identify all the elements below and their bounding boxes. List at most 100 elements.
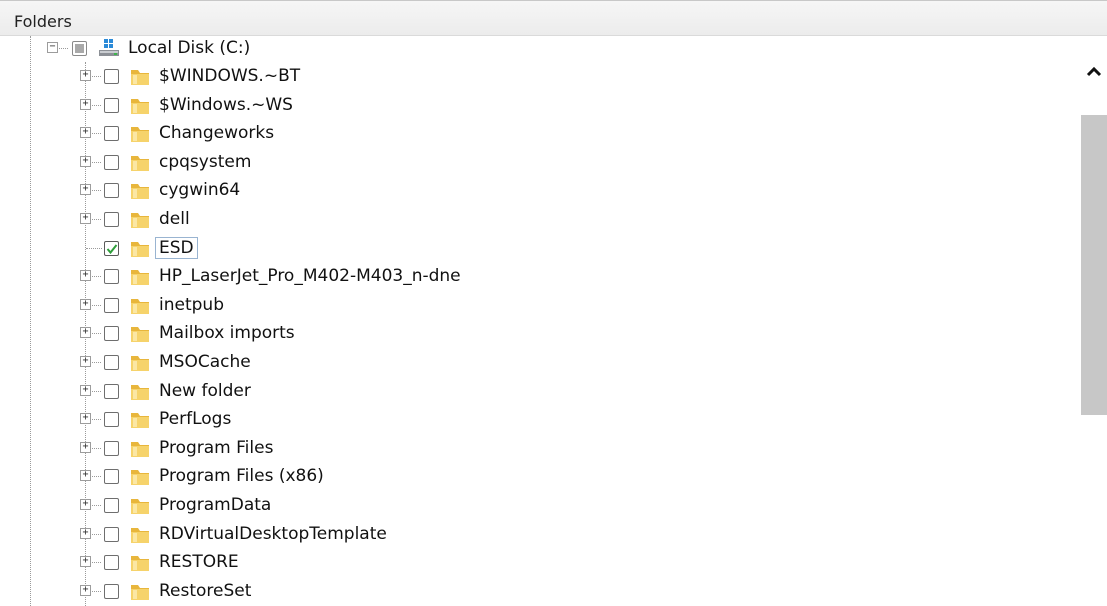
tree-connector [92, 505, 101, 506]
tree-item-label: ESD [155, 236, 198, 259]
folder-checkbox[interactable] [104, 526, 119, 542]
expand-icon[interactable]: + [80, 213, 91, 224]
folder-icon [130, 354, 150, 372]
folder-checkbox-checked[interactable] [104, 240, 119, 256]
tree-item-folder[interactable]: + RDVirtualDesktopTemplate [0, 522, 900, 548]
expand-icon[interactable]: + [80, 499, 91, 510]
tree-item-folder[interactable]: + RestoreSet [0, 579, 900, 605]
root-checkbox[interactable] [72, 41, 87, 56]
tree-connector [59, 48, 68, 49]
folder-checkbox[interactable] [104, 412, 119, 428]
folder-checkbox[interactable] [104, 126, 119, 142]
expand-icon[interactable]: + [80, 441, 91, 453]
folder-icon [130, 583, 150, 601]
tree-item-folder[interactable]: ESD [0, 236, 900, 262]
expand-icon[interactable]: + [80, 70, 91, 81]
tree-item-folder[interactable]: + HP_LaserJet_Pro_M402-M403_n-dne [0, 264, 900, 290]
tree-item-label: Changeworks [159, 123, 275, 144]
tree-item-folder[interactable]: + Mailbox imports [0, 321, 900, 347]
folders-header-title: Folders [14, 12, 72, 31]
expand-icon[interactable]: + [80, 384, 91, 396]
folder-icon [130, 125, 150, 143]
tree-connector [92, 590, 101, 592]
folder-icon [130, 468, 150, 486]
folder-checkbox[interactable] [104, 97, 119, 113]
tree-item-label: $Windows.~WS [159, 94, 293, 115]
folder-checkbox[interactable] [104, 440, 119, 456]
expand-icon[interactable]: + [80, 356, 91, 367]
tree-item-folder[interactable]: + inetpub [0, 293, 900, 319]
tree-item-folder[interactable]: + Changeworks [0, 121, 900, 147]
tree-item-folder[interactable]: + $WINDOWS.~BT [0, 64, 900, 90]
folder-icon [130, 68, 150, 86]
tree-item-label: Program Files (x86) [159, 466, 324, 487]
expand-icon[interactable]: + [80, 527, 91, 539]
folder-checkbox[interactable] [104, 212, 119, 227]
tree-item-label: RestoreSet [159, 580, 252, 601]
tree-item-label: ProgramData [159, 495, 272, 515]
tree-item-folder[interactable]: + cygwin64 [0, 178, 900, 204]
tree-connector [92, 562, 101, 564]
tree-item-label: dell [159, 209, 190, 229]
tree-item-label: MSOCache [159, 352, 251, 372]
folder-checkbox[interactable] [104, 583, 119, 599]
folder-checkbox[interactable] [104, 183, 119, 199]
tree-connector [92, 76, 101, 77]
tree-connector [92, 447, 101, 449]
tree-item-local-disk[interactable]: − Local Disk (C:) [0, 36, 900, 62]
folder-icon [130, 211, 150, 229]
collapse-icon[interactable]: − [47, 42, 58, 53]
expand-icon[interactable]: + [80, 127, 91, 139]
expand-icon[interactable]: + [80, 470, 91, 482]
folder-checkbox[interactable] [104, 469, 119, 485]
folder-checkbox[interactable] [104, 297, 119, 313]
folder-checkbox[interactable] [104, 154, 119, 170]
tree-item-folder[interactable]: + $Windows.~WS [0, 93, 900, 119]
folder-icon [130, 240, 150, 258]
folder-tree[interactable]: − Local Disk (C:) + $WINDOWS.~BT + $Wind… [0, 36, 1080, 606]
tree-item-folder[interactable]: + RESTORE [0, 550, 900, 576]
expand-icon[interactable]: + [80, 155, 91, 167]
tree-item-folder[interactable]: + New folder [0, 379, 900, 405]
tree-connector [92, 133, 101, 135]
tree-item-folder[interactable]: + PerfLogs [0, 407, 900, 433]
folder-checkbox[interactable] [104, 498, 119, 513]
folder-checkbox[interactable] [104, 326, 119, 342]
tree-item-folder[interactable]: + cpqsystem [0, 150, 900, 176]
folder-checkbox[interactable] [104, 555, 119, 571]
folder-icon [130, 411, 150, 429]
expand-icon[interactable]: + [80, 298, 91, 310]
expand-icon[interactable]: + [80, 327, 91, 339]
expand-icon[interactable]: + [80, 584, 91, 596]
expand-icon[interactable]: + [80, 556, 91, 568]
tree-connector [92, 219, 101, 220]
scrollbar-thumb[interactable] [1081, 115, 1107, 415]
expand-icon[interactable]: + [80, 270, 91, 282]
chevron-up-icon[interactable] [1080, 58, 1107, 84]
folder-checkbox[interactable] [104, 383, 119, 399]
tree-item-folder[interactable]: + Program Files [0, 436, 900, 462]
vertical-scrollbar[interactable] [1080, 36, 1107, 606]
tree-connector [92, 362, 101, 363]
drive-icon [98, 38, 120, 58]
folder-icon [130, 297, 150, 315]
tree-item-folder[interactable]: + ProgramData [0, 493, 900, 519]
tree-connector [86, 247, 102, 249]
tree-item-label: $WINDOWS.~BT [159, 66, 301, 86]
tree-connector [92, 161, 101, 163]
folder-checkbox[interactable] [104, 269, 119, 285]
folder-icon [130, 383, 150, 401]
tree-item-label: PerfLogs [159, 409, 232, 430]
folder-checkbox[interactable] [104, 355, 119, 370]
tree-connector [92, 533, 101, 535]
expand-icon[interactable]: + [80, 184, 91, 196]
tree-item-folder[interactable]: + MSOCache [0, 350, 900, 376]
tree-item-label: Local Disk (C:) [128, 38, 251, 58]
expand-icon[interactable]: + [80, 98, 91, 110]
tree-item-label: inetpub [159, 294, 224, 315]
tree-item-label: HP_LaserJet_Pro_M402-M403_n-dne [159, 266, 461, 287]
tree-item-folder[interactable]: + Program Files (x86) [0, 464, 900, 490]
expand-icon[interactable]: + [80, 413, 91, 425]
folder-checkbox[interactable] [104, 69, 119, 84]
tree-item-folder[interactable]: + dell [0, 207, 900, 233]
